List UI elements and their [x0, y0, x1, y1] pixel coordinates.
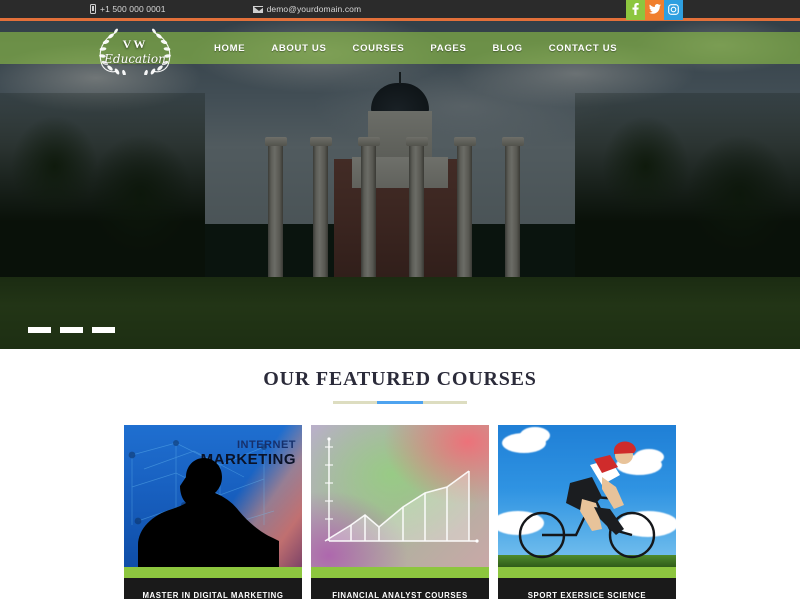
slider-dot-3[interactable] — [92, 327, 115, 333]
slider-dot-1[interactable] — [28, 327, 51, 333]
cyclist-icon — [518, 441, 656, 559]
logo-line-2: Education — [104, 51, 166, 66]
nav-item-contact-us[interactable]: CONTACT US — [536, 32, 631, 64]
email-address: demo@yourdomain.com — [266, 4, 362, 14]
growth-chart-icon — [324, 437, 479, 543]
page-root: +1 500 000 0001 demo@yourdomain.com HOME… — [0, 0, 800, 599]
course-card-title: FINANCIAL ANALYST COURSES — [311, 578, 489, 599]
course-card-accent-bar — [311, 567, 489, 578]
page-title: OUR FEATURED COURSES — [263, 368, 537, 390]
course-card-image — [311, 425, 489, 567]
site-logo[interactable]: VW Education — [85, 27, 185, 75]
slider-pagination — [28, 327, 115, 333]
logo-line-1: VW — [122, 36, 148, 51]
phone-icon — [90, 4, 96, 14]
course-card-title: SPORT EXERSICE SCIENCE — [498, 578, 676, 599]
facebook-icon[interactable] — [626, 0, 645, 20]
twitter-icon[interactable] — [645, 0, 664, 20]
title-divider — [333, 401, 467, 404]
course-card-accent-bar — [498, 567, 676, 578]
slider-dot-2[interactable] — [60, 327, 83, 333]
instagram-icon[interactable] — [664, 0, 683, 20]
contact-email[interactable]: demo@yourdomain.com — [252, 4, 362, 14]
course-card-list: INTERNET MARKETING MASTER IN DIGITAL MAR… — [0, 425, 800, 599]
course-card-image — [498, 425, 676, 567]
main-navigation: HOME ABOUT US COURSES PAGES BLOG CONTACT… — [201, 32, 800, 64]
course-card-image: INTERNET MARKETING — [124, 425, 302, 567]
envelope-icon — [252, 5, 264, 13]
featured-courses-section: OUR FEATURED COURSES INTERNET MARKETING … — [0, 349, 800, 599]
course-card[interactable]: INTERNET MARKETING MASTER IN DIGITAL MAR… — [124, 425, 302, 599]
course-card-accent-bar — [124, 567, 302, 578]
course-card-title: MASTER IN DIGITAL MARKETING — [124, 578, 302, 599]
top-bar: +1 500 000 0001 demo@yourdomain.com — [0, 0, 800, 21]
nav-item-about-us[interactable]: ABOUT US — [258, 32, 339, 64]
phone-number: +1 500 000 0001 — [100, 4, 166, 14]
nav-item-courses[interactable]: COURSES — [340, 32, 418, 64]
person-silhouette-icon — [138, 458, 279, 567]
contact-phone[interactable]: +1 500 000 0001 — [90, 4, 166, 14]
nav-item-pages[interactable]: PAGES — [417, 32, 479, 64]
course-card[interactable]: SPORT EXERSICE SCIENCE — [498, 425, 676, 599]
nav-item-home[interactable]: HOME — [201, 32, 258, 64]
social-links — [626, 0, 683, 20]
course-card[interactable]: FINANCIAL ANALYST COURSES — [311, 425, 489, 599]
nav-item-blog[interactable]: BLOG — [479, 32, 535, 64]
